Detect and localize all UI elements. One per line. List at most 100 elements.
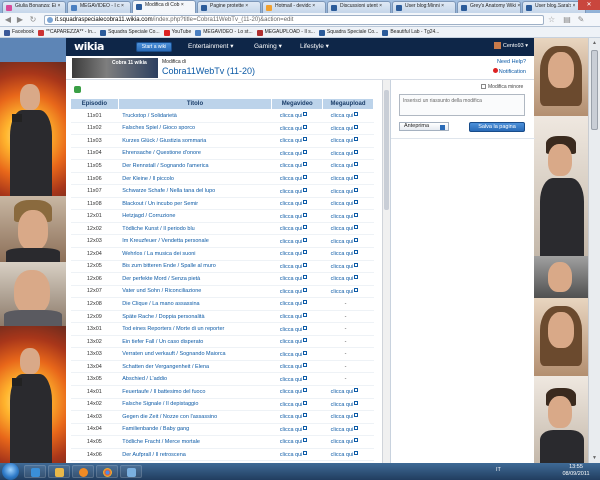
episode-title-link[interactable]: Blackout / Un incubo per Semir [118,197,272,211]
megavideo-link[interactable]: clicca qui [271,272,323,286]
megavideo-link[interactable]: clicca qui [271,347,323,361]
episode-title-link[interactable]: Hetzjagd / Corruzione [118,209,272,223]
notification-link[interactable]: Notification [492,68,526,75]
minor-edit-checkbox[interactable]: Modifica minore [481,84,523,90]
start-button[interactable] [2,463,19,480]
episode-title-link[interactable]: Kurzes Glück / Giustizia sommaria [118,134,272,148]
taskbar-media-icon[interactable] [72,465,94,478]
megavideo-link[interactable]: clicca qui [271,209,323,223]
megaupload-link[interactable]: clicca qui [322,109,374,123]
megaupload-link[interactable]: clicca qui [322,209,374,223]
megaupload-link[interactable]: clicca qui [322,448,374,462]
user-menu[interactable]: Cento93 ▾ [493,42,528,49]
browser-tab[interactable]: Pagine protette × [197,1,261,13]
episode-title-link[interactable]: Abschied / L'addio [118,372,272,387]
megavideo-link[interactable]: clicca qui [271,184,323,198]
megavideo-link[interactable]: clicca qui [271,322,323,336]
episode-title-link[interactable]: Tod eines Reporters / Morte di un report… [118,322,272,336]
megavideo-link[interactable]: clicca qui [271,122,323,136]
megaupload-link[interactable]: clicca qui [322,172,374,186]
episode-title-link[interactable]: Familienbande / Baby gang [118,423,272,437]
megavideo-link[interactable]: clicca qui [271,372,323,387]
megaupload-link[interactable]: clicca qui [322,222,374,236]
page-scrollbar[interactable]: ▲ ▼ [588,38,600,463]
megavideo-link[interactable]: clicca qui [271,222,323,236]
editor-scrollbar-thumb[interactable] [384,90,389,210]
browser-tab[interactable]: Grey's Anatomy Wiki × [457,1,521,13]
megavideo-link[interactable]: clicca qui [271,297,323,311]
nav-gaming[interactable]: Gaming ▾ [254,42,282,50]
bookmark-item[interactable]: Squadra Speciale Co... [100,27,160,37]
wiki-banner-image[interactable]: Cobra 11 wikia [72,58,158,78]
episode-title-link[interactable]: Der Aufprall / Il retroscena [118,448,272,462]
browser-tab[interactable]: Discussioni utent × [327,1,391,13]
taskbar-ie-icon[interactable] [24,465,46,478]
episode-title-link[interactable]: Schatten der Vergangenheit / Elena [118,360,272,374]
megavideo-link[interactable]: clicca qui [271,172,323,186]
puzzle-piece-icon[interactable] [74,86,81,93]
wikia-logo[interactable]: wikia [74,40,104,53]
episode-title-link[interactable]: Bis zum bitteren Ende / Spalle al muro [118,260,272,274]
episode-title-link[interactable]: Falsches Spiel / Gioco sporco [118,122,272,136]
episode-title-link[interactable]: Tödliche Kunst / Il periodo blu [118,222,272,236]
megaupload-link[interactable]: clicca qui [322,385,374,399]
megaupload-link[interactable]: clicca qui [322,247,374,261]
browser-tab[interactable]: Modifica di Cob × [132,0,196,13]
taskbar-app-icon[interactable] [120,465,142,478]
megaupload-link[interactable]: clicca qui [322,134,374,148]
nav-entertainment[interactable]: Entertainment ▾ [188,42,234,50]
megaupload-link[interactable]: clicca qui [322,260,374,274]
megaupload-link[interactable]: clicca qui [322,234,374,248]
episode-title-link[interactable]: Feuertaufe / Il battesimo del fuoco [118,385,272,399]
megavideo-link[interactable]: clicca qui [271,247,323,261]
page-title[interactable]: Cobra11WebTv (11-20) [162,66,255,76]
taskbar-explorer-icon[interactable] [48,465,70,478]
megavideo-link[interactable]: clicca qui [271,109,323,123]
start-a-wiki-button[interactable]: Start a wiki [136,42,172,52]
taskbar-chrome-icon[interactable] [96,465,118,478]
bookmark-item[interactable]: YouTube [163,27,191,37]
megavideo-link[interactable]: clicca qui [271,285,323,299]
episode-title-link[interactable]: Späte Rache / Doppia personalità [118,310,272,324]
scroll-down-icon[interactable]: ▼ [589,453,600,463]
back-icon[interactable]: ◀ [3,15,13,25]
bookmark-star-icon[interactable]: ☆ [548,15,555,24]
dropdown-arrow-icon[interactable] [440,125,445,130]
megavideo-link[interactable]: clicca qui [271,335,323,349]
megavideo-link[interactable]: clicca qui [271,423,323,437]
system-clock[interactable]: 13:55 08/09/2011 [556,464,596,478]
reload-icon[interactable]: ↻ [28,15,38,25]
megaupload-link[interactable]: clicca qui [322,398,374,412]
episode-title-link[interactable]: Der Kleine / Il piccolo [118,172,272,186]
megavideo-link[interactable]: clicca qui [271,147,323,161]
editor-scrollbar[interactable] [382,80,390,463]
megavideo-link[interactable]: clicca qui [271,410,323,424]
megaupload-link[interactable]: clicca qui [322,435,374,449]
megaupload-link[interactable]: clicca qui [322,410,374,424]
settings-wrench-icon[interactable]: ✎ [576,15,586,25]
browser-tab[interactable]: Hotmail - devidc × [262,1,326,13]
episode-title-link[interactable]: Verraten und verkauft / Sognando Maiorca [118,347,272,361]
preview-button[interactable]: Anteprima [399,122,449,131]
episode-title-link[interactable]: Ein tiefer Fall / Un caso disperato [118,335,272,349]
megavideo-link[interactable]: clicca qui [271,234,323,248]
bookmark-item[interactable]: Beautiful Lab - Tg24... [382,27,439,37]
page-menu-icon[interactable]: ▤ [562,15,572,25]
editor-content[interactable]: Episodio Titolo Megavideo Megaupload 11x… [66,80,386,463]
page-scrollbar-thumb[interactable] [591,50,598,130]
megavideo-link[interactable]: clicca qui [271,385,323,399]
megavideo-link[interactable]: clicca qui [271,197,323,211]
episode-title-link[interactable]: Der perfekte Mord / Senza pietà [118,272,272,286]
episode-title-link[interactable]: Gegen die Zeit / Nozze con l'assassino [118,410,272,424]
close-window-button[interactable]: ✕ [578,0,600,10]
browser-tab[interactable]: MEGAVIDEO - I c × [67,1,131,13]
megaupload-link[interactable]: clicca qui [322,423,374,437]
need-help-link[interactable]: Need Help? [497,59,526,65]
edit-summary-field[interactable]: Inserisci un riassunto della modifica [399,94,525,116]
episode-title-link[interactable]: Die Clique / La mano assassina [118,297,272,311]
bookmark-item[interactable]: Squadra Speciale Co... [318,27,378,37]
episode-title-link[interactable]: Im Kreuzfeuer / Vendetta personale [118,234,272,248]
episode-title-link[interactable]: Der Rennstall / Sognando l'america [118,159,272,173]
bookmark-item[interactable]: **CAPAREZZA** - In... [37,27,96,37]
browser-tab[interactable]: User blog:Minni × [392,1,456,13]
